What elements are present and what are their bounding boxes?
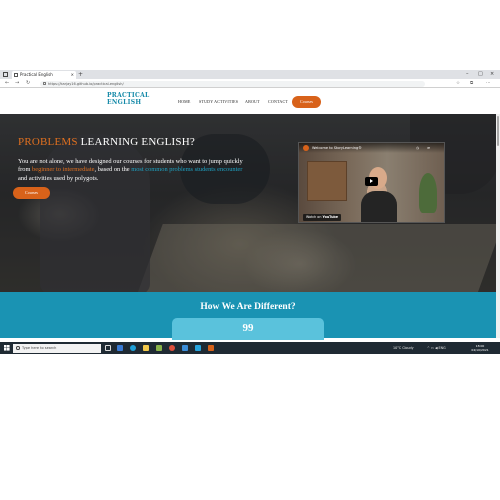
video-plant <box>419 173 437 213</box>
windows-taskbar: Type here to search 10°C Cloudy ^ ▭ ◀ EN… <box>0 342 500 354</box>
search-icon <box>16 346 20 350</box>
widgets-icon[interactable] <box>117 345 123 351</box>
windows-start-icon[interactable] <box>4 345 10 351</box>
video-presenter-body <box>361 191 397 222</box>
channel-avatar-icon[interactable] <box>303 145 309 151</box>
close-window-button[interactable]: × <box>490 70 494 79</box>
taskbar-search-input[interactable]: Type here to search <box>13 343 101 353</box>
watch-on-youtube-button[interactable]: Watch on YouTube <box>303 214 342 221</box>
quote-icon: 99 <box>242 322 254 334</box>
minimize-button[interactable]: – <box>466 70 469 79</box>
hero-title-accent: PROBLEMS <box>18 136 78 148</box>
clock-date: 04/10/2021 <box>471 348 489 352</box>
nav-about[interactable]: ABOUT <box>245 99 260 104</box>
file-explorer-icon[interactable] <box>143 345 149 351</box>
hero-text-highlight-teal: most common problems students encounter <box>131 166 243 174</box>
site-header: PRACTICAL ENGLISH HOME STUDY ACTIVITIES … <box>0 88 500 114</box>
watch-later-icon[interactable]: ◷ <box>416 146 427 150</box>
settings-menu-icon[interactable]: ⋯ <box>486 79 491 88</box>
favorite-star-icon[interactable]: ☆ <box>456 79 460 88</box>
site-logo[interactable]: PRACTICAL ENGLISH <box>107 92 167 106</box>
url-text: https://karjay16.github.io/practical-eng… <box>48 81 124 86</box>
play-button-icon[interactable] <box>365 177 378 186</box>
video-title[interactable]: Welcome to StoryLearning® <box>312 145 362 151</box>
reload-button[interactable]: ↻ <box>26 79 30 88</box>
app-icon[interactable] <box>208 345 214 351</box>
hero-title-rest: LEARNING ENGLISH? <box>77 136 195 148</box>
maximize-button[interactable]: □ <box>478 70 483 79</box>
logo-line-2: ENGLISH <box>107 98 142 106</box>
section-title: How We Are Different? <box>200 302 296 312</box>
search-placeholder: Type here to search <box>22 345 57 350</box>
share-icon[interactable]: ➦ <box>427 146 438 150</box>
system-tray-icons[interactable]: ^ ▭ ◀ ENG <box>427 342 446 354</box>
page-favicon-icon <box>14 73 18 77</box>
hero-text-highlight-orange: beginner to intermediate <box>32 166 95 174</box>
embedded-video[interactable]: Welcome to StoryLearning® ◷➦ Watch on Yo… <box>298 142 445 223</box>
hero-section: PROBLEMS LEARNING ENGLISH? You are not a… <box>0 114 496 292</box>
tab-close-icon[interactable]: × <box>71 71 74 79</box>
task-view-icon[interactable] <box>105 345 111 351</box>
chrome-browser-icon[interactable] <box>169 345 175 351</box>
address-bar[interactable]: https://karjay16.github.io/practical-eng… <box>40 80 425 87</box>
screen: Practical English × + – □ × ← → ↻ https:… <box>0 70 500 354</box>
video-actions: ◷➦ <box>416 145 438 151</box>
forward-button[interactable]: → <box>15 79 19 88</box>
browser-toolbar: ← → ↻ https://karjay16.github.io/practic… <box>0 79 500 88</box>
back-button[interactable]: ← <box>5 79 9 88</box>
hero-text-part: , based on the <box>94 166 132 174</box>
hero-text-part: and activities used by polygots. <box>18 174 99 182</box>
nav-study-activities[interactable]: STUDY ACTIVITIES <box>199 99 238 104</box>
new-tab-button[interactable]: + <box>78 70 83 79</box>
lock-icon <box>43 82 46 85</box>
weather-widget[interactable]: 10°C Cloudy <box>393 342 414 354</box>
nav-contact[interactable]: CONTACT <box>268 99 288 104</box>
hero-description: You are not alone, we have designed our … <box>18 158 250 183</box>
app-icon[interactable] <box>195 345 201 351</box>
how-different-section: How We Are Different? 99 <box>0 292 496 340</box>
courses-nav-button[interactable]: Courses <box>292 96 321 108</box>
youtube-logo: YouTube <box>322 215 339 219</box>
edge-browser-icon[interactable] <box>130 345 136 351</box>
store-icon[interactable] <box>156 345 162 351</box>
mail-icon[interactable] <box>182 345 188 351</box>
testimonial-card: 99 <box>172 318 324 340</box>
page-scrollbar[interactable] <box>496 114 500 338</box>
watch-on-label: Watch on <box>306 215 322 219</box>
scrollbar-thumb[interactable] <box>496 116 500 146</box>
tab-title: Practical English <box>20 72 53 77</box>
window-menu-icon[interactable] <box>3 72 8 77</box>
browser-tab[interactable]: Practical English × <box>12 71 76 79</box>
video-bookshelf <box>307 161 347 201</box>
taskbar-clock[interactable]: 18:00 04/10/2021 <box>469 344 491 353</box>
hero-title: PROBLEMS LEARNING ENGLISH? <box>18 136 195 148</box>
hero-courses-button[interactable]: Courses <box>13 187 50 199</box>
nav-home[interactable]: HOME <box>178 99 191 104</box>
collections-icon[interactable]: ⧉ <box>470 79 473 88</box>
browser-tab-bar: Practical English × + – □ × <box>0 70 500 79</box>
